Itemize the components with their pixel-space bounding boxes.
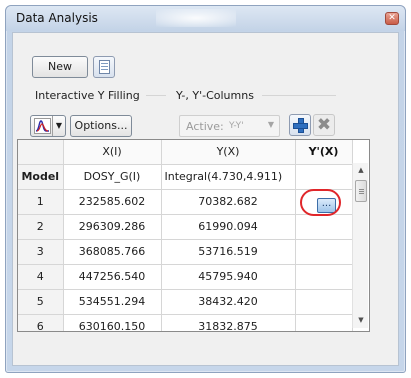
- model-row: Model DOSY_G(I) Integral(4.730,4.911): [18, 164, 353, 190]
- scroll-up-arrow-icon[interactable]: ▲: [353, 163, 369, 178]
- row-header: 6: [18, 314, 64, 331]
- yprime-cell[interactable]: [295, 214, 353, 240]
- document-button[interactable]: [93, 56, 115, 78]
- column-header-yprime[interactable]: Y'(X): [295, 140, 353, 165]
- y-cell[interactable]: 70382.682: [161, 189, 296, 215]
- x-cell[interactable]: 296309.286: [63, 214, 162, 240]
- table-row: 3 368085.766 53716.519: [18, 239, 353, 265]
- yprime-cell[interactable]: [295, 289, 353, 315]
- scroll-down-arrow-icon[interactable]: ▼: [353, 313, 369, 328]
- remove-column-button[interactable]: ✖: [313, 114, 335, 136]
- chevron-down-icon[interactable]: ▼: [52, 116, 65, 136]
- row-header-model: Model: [18, 164, 64, 190]
- model-y-cell[interactable]: Integral(4.730,4.911): [161, 164, 296, 190]
- y-cell[interactable]: 53716.519: [161, 239, 296, 265]
- y-cell[interactable]: 45795.940: [161, 264, 296, 290]
- plus-icon-bar: [293, 123, 308, 129]
- yprime-cell[interactable]: [295, 264, 353, 290]
- window-title: Data Analysis: [16, 11, 98, 25]
- row-header: 4: [18, 264, 64, 290]
- title-bar[interactable]: Data Analysis ✕: [6, 6, 405, 31]
- x-cell[interactable]: 368085.766: [63, 239, 162, 265]
- data-table-frame: X(I) Y(X) Y'(X) Model DOSY_G(I) Integral…: [17, 139, 370, 332]
- model-yprime-cell[interactable]: [295, 164, 353, 190]
- row-header: 2: [18, 214, 64, 240]
- y-cell[interactable]: 61990.094: [161, 214, 296, 240]
- interactive-y-filling-label: Interactive Y Filling: [35, 89, 140, 102]
- new-button[interactable]: New: [32, 56, 88, 78]
- corner-header: [18, 140, 64, 165]
- yprime-cell[interactable]: [295, 239, 353, 265]
- group-divider: [146, 95, 166, 96]
- data-table: X(I) Y(X) Y'(X) Model DOSY_G(I) Integral…: [18, 140, 353, 331]
- table-scrollbar[interactable]: ▲ ▼: [352, 163, 368, 328]
- close-button[interactable]: ✕: [385, 12, 399, 25]
- peak-mode-dropdown[interactable]: ▼: [30, 115, 66, 137]
- table-row: 5 534551.294 38432.420: [18, 289, 353, 315]
- group-divider: [262, 95, 336, 96]
- document-icon: [99, 60, 110, 74]
- table-row: 4 447256.540 45795.940: [18, 264, 353, 290]
- highlight-circle: [300, 189, 341, 216]
- options-button[interactable]: Options...: [70, 115, 132, 137]
- grip-icon: [359, 189, 364, 190]
- x-cell[interactable]: 447256.540: [63, 264, 162, 290]
- row-header: 1: [18, 189, 64, 215]
- chevron-down-icon: ▼: [267, 120, 274, 129]
- row-header: 5: [18, 289, 64, 315]
- add-column-button[interactable]: [289, 114, 311, 136]
- y-cell[interactable]: 38432.420: [161, 289, 296, 315]
- y-cell[interactable]: 31832.875: [161, 314, 296, 331]
- table-row: 2 296309.286 61990.094: [18, 214, 353, 240]
- peak-icon: [34, 118, 51, 134]
- active-columns-select[interactable]: Active: Y-Y' ▼: [179, 115, 280, 137]
- column-header-x[interactable]: X(I): [63, 140, 162, 165]
- x-cell[interactable]: 232585.602: [63, 189, 162, 215]
- x-cell[interactable]: 630160.150: [63, 314, 162, 331]
- active-label: Active:: [186, 120, 224, 133]
- model-x-cell[interactable]: DOSY_G(I): [63, 164, 162, 190]
- column-header-y[interactable]: Y(X): [161, 140, 296, 165]
- yprime-cell[interactable]: [295, 314, 353, 331]
- scrollbar-thumb[interactable]: [355, 180, 367, 202]
- row-header: 3: [18, 239, 64, 265]
- table-row: 6 630160.150 31832.875: [18, 314, 353, 331]
- y-columns-label: Y-, Y'-Columns: [176, 89, 254, 102]
- title-glow: [156, 9, 236, 27]
- active-value: Y-Y': [229, 121, 244, 131]
- table-header-row: X(I) Y(X) Y'(X): [18, 140, 353, 165]
- x-cell[interactable]: 534551.294: [63, 289, 162, 315]
